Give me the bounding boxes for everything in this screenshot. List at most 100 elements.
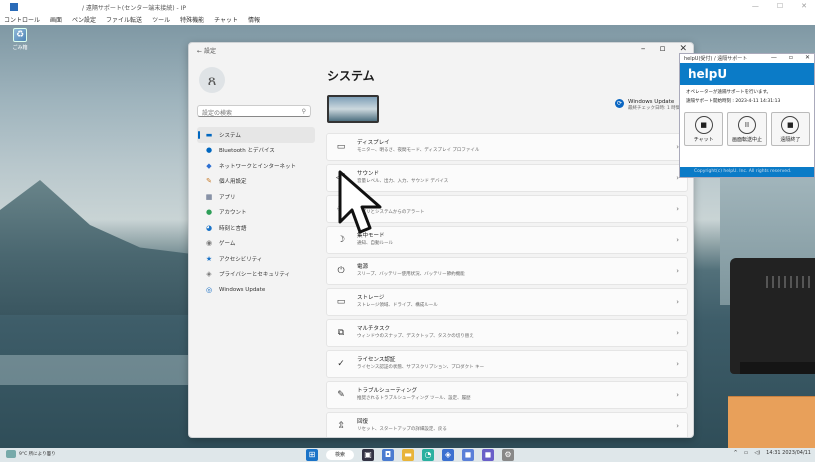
- nav-item-label: 時刻と言語: [219, 225, 247, 232]
- chevron-right-icon: ›: [676, 360, 679, 368]
- app-icon-3[interactable]: ◼: [482, 449, 494, 461]
- remote-menu-item[interactable]: 画面: [50, 15, 62, 24]
- settings-card-subtitle: ライセンス認証の状態、サブスクリプション、プロダクト キー: [357, 365, 485, 370]
- file-explorer-icon[interactable]: ▬: [402, 449, 414, 461]
- troubleshoot-icon: ✎: [337, 390, 345, 400]
- app-icon[interactable]: ◈: [442, 449, 454, 461]
- remote-menu-item[interactable]: コントロール: [4, 15, 40, 24]
- recovery-icon: ⇬: [337, 421, 345, 431]
- nav-item[interactable]: ◕ 時刻と言語: [197, 220, 315, 236]
- start-icon[interactable]: ⊞: [306, 449, 318, 461]
- helpu-action-button[interactable]: ■ 遠隔終了: [770, 112, 810, 146]
- helpu-session-info: 遠隔サポート開始時刻 : 2023-4-11 14:31:13: [686, 99, 781, 104]
- settings-card-subtitle: ストレージ領域、ドライブ、構成ルール: [357, 303, 438, 308]
- time-language-icon: ◕: [205, 223, 213, 232]
- camera-feed-desk: [728, 396, 815, 448]
- settings-card[interactable]: ⏻ 電源 スリープ、バッテリー使用状況、バッテリー節約機能 ›: [326, 257, 688, 285]
- mouse-cursor-icon: [338, 170, 382, 234]
- user-avatar[interactable]: ጸ: [199, 67, 225, 93]
- nav-item[interactable]: ◈ プライバシーとセキュリティ: [197, 267, 315, 283]
- settings-card-subtitle: リセット、スタートアップの詳細設定、戻る: [357, 427, 447, 432]
- stop-icon: ■: [781, 115, 800, 134]
- task-view-icon[interactable]: ▣: [362, 449, 374, 461]
- chevron-right-icon: ›: [676, 267, 679, 275]
- settings-card-title: トラブルシューティング: [357, 388, 418, 394]
- privacy-icon: ◈: [206, 270, 212, 279]
- settings-card-text: マルチタスク ウィンドウのスナップ、デスクトップ、タスクの切り替え: [357, 325, 474, 341]
- helpu-button-label: 画面転送中止: [731, 136, 762, 143]
- settings-taskbar-icon[interactable]: ⚙: [502, 449, 514, 461]
- maximize-button[interactable]: ▫: [659, 44, 665, 54]
- tray-chevron-icon[interactable]: ^: [733, 450, 737, 456]
- weather-widget[interactable]: 9°C 所により曇り: [6, 450, 56, 458]
- nav-item[interactable]: ▬ システム: [197, 127, 315, 143]
- settings-card-text: ライセンス認証ライセンス認証の状態、サブスクリプション、プロダクト キー: [357, 356, 484, 372]
- page-title: システム: [327, 69, 375, 83]
- remote-menu-item[interactable]: チャット: [214, 15, 238, 24]
- nav-item[interactable]: ★ アクセシビリティ: [197, 251, 315, 267]
- activation-icon: ✓: [337, 359, 345, 369]
- remote-menu-item[interactable]: ファイル転送: [106, 15, 142, 24]
- helpu-window-controls: — ▫ ✕: [771, 54, 810, 61]
- settings-card-text: ディスプレイ モニター、明るさ、夜間モード、ディスプレイ プロファイル: [357, 139, 479, 155]
- nav-item-label: 個人用設定: [219, 179, 247, 186]
- helpu-action-button[interactable]: ■ チャット: [684, 112, 724, 146]
- settings-card[interactable]: ⇬ 回復 リセット、スタートアップの詳細設定、戻る ›: [326, 412, 688, 437]
- helpu-close-button[interactable]: ✕: [805, 54, 810, 61]
- wallpaper-land: [0, 180, 200, 315]
- settings-card-subtitle: スリープ、バッテリー使用状況、バッテリー節約機能: [357, 272, 465, 277]
- network-tray-icon[interactable]: ▭: [744, 450, 749, 456]
- maximize-icon[interactable]: ☐: [777, 2, 783, 10]
- nav-item[interactable]: ● Bluetooth とデバイス: [197, 143, 315, 159]
- recycle-bin-desktop-icon[interactable]: ♻ ごみ箱: [6, 28, 34, 51]
- personalization-icon: ✎: [206, 177, 212, 186]
- settings-card-title: ライセンス認証: [357, 357, 396, 363]
- pause-icon: II: [737, 115, 756, 134]
- remote-window-controls[interactable]: — ☐ ✕: [752, 2, 807, 10]
- remote-app-icon: [10, 3, 18, 11]
- settings-titlebar: ← 設定 – ▫ ✕: [189, 43, 693, 59]
- nav-item-label: アクセシビリティ: [219, 256, 263, 263]
- taskbar-clock[interactable]: 14:31 2023/04/11: [766, 450, 811, 456]
- volume-tray-icon[interactable]: ◁): [754, 450, 760, 456]
- remote-menu-item[interactable]: ツール: [152, 15, 170, 24]
- back-button[interactable]: ← 設定: [197, 46, 216, 55]
- nav-item[interactable]: ✎ 個人用設定: [197, 174, 315, 190]
- weather-text: 9°C 所により曇り: [19, 452, 56, 457]
- chat-app-icon[interactable]: ◘: [382, 449, 394, 461]
- settings-card[interactable]: ⧉ マルチタスク ウィンドウのスナップ、デスクトップ、タスクの切り替え ›: [326, 319, 688, 347]
- remote-menu-item[interactable]: ペン設定: [72, 15, 96, 24]
- settings-search-input[interactable]: 設定の検索 ⚲: [197, 105, 311, 117]
- close-icon[interactable]: ✕: [801, 2, 807, 10]
- monitor-base: [740, 362, 815, 374]
- nav-item[interactable]: ◆ ネットワークとインターネット: [197, 158, 315, 174]
- nav-item[interactable]: ◉ ゲーム: [197, 236, 315, 252]
- helpu-maximize-button[interactable]: ▫: [789, 54, 793, 61]
- chat-icon: ■: [694, 115, 713, 134]
- minimize-icon[interactable]: —: [752, 2, 759, 10]
- settings-card-title: ストレージ: [357, 295, 385, 301]
- helpu-action-button[interactable]: II 画面転送中止: [727, 112, 767, 146]
- remote-menu-item[interactable]: 情報: [248, 15, 260, 24]
- chevron-right-icon: ›: [676, 205, 679, 213]
- settings-card[interactable]: ✓ ライセンス認証ライセンス認証の状態、サブスクリプション、プロダクト キー ›: [326, 350, 688, 378]
- nav-item[interactable]: ● アカウント: [197, 205, 315, 221]
- settings-card-subtitle: ウィンドウのスナップ、デスクトップ、タスクの切り替え: [357, 334, 474, 339]
- minimize-button[interactable]: –: [641, 44, 646, 54]
- app-icon-2[interactable]: ◼: [462, 449, 474, 461]
- remote-menu-item[interactable]: 特殊機能: [180, 15, 204, 24]
- settings-card[interactable]: ✎ トラブルシューティング 推奨されるトラブルシューティング ツール、設定、履歴 ›: [326, 381, 688, 409]
- power-icon: ⏻: [337, 266, 345, 276]
- edge-icon[interactable]: ◔: [422, 449, 434, 461]
- camera-feed-monitor: [730, 258, 815, 374]
- nav-item[interactable]: ◎ Windows Update: [197, 282, 315, 298]
- remote-window-title: / 遠隔サポート(センター端末接続) - IP: [82, 4, 186, 12]
- helpu-minimize-button[interactable]: —: [771, 54, 777, 61]
- nav-item[interactable]: ▦ アプリ: [197, 189, 315, 205]
- taskbar-search-button[interactable]: 検索: [326, 450, 354, 460]
- settings-card[interactable]: ▭ ディスプレイ モニター、明るさ、夜間モード、ディスプレイ プロファイル ›: [326, 133, 688, 161]
- settings-card[interactable]: ▭ ストレージ ストレージ領域、ドライブ、構成ルール ›: [326, 288, 688, 316]
- gaming-icon: ◉: [205, 239, 213, 248]
- search-icon: ⚲: [301, 108, 306, 115]
- weather-icon: [6, 450, 16, 458]
